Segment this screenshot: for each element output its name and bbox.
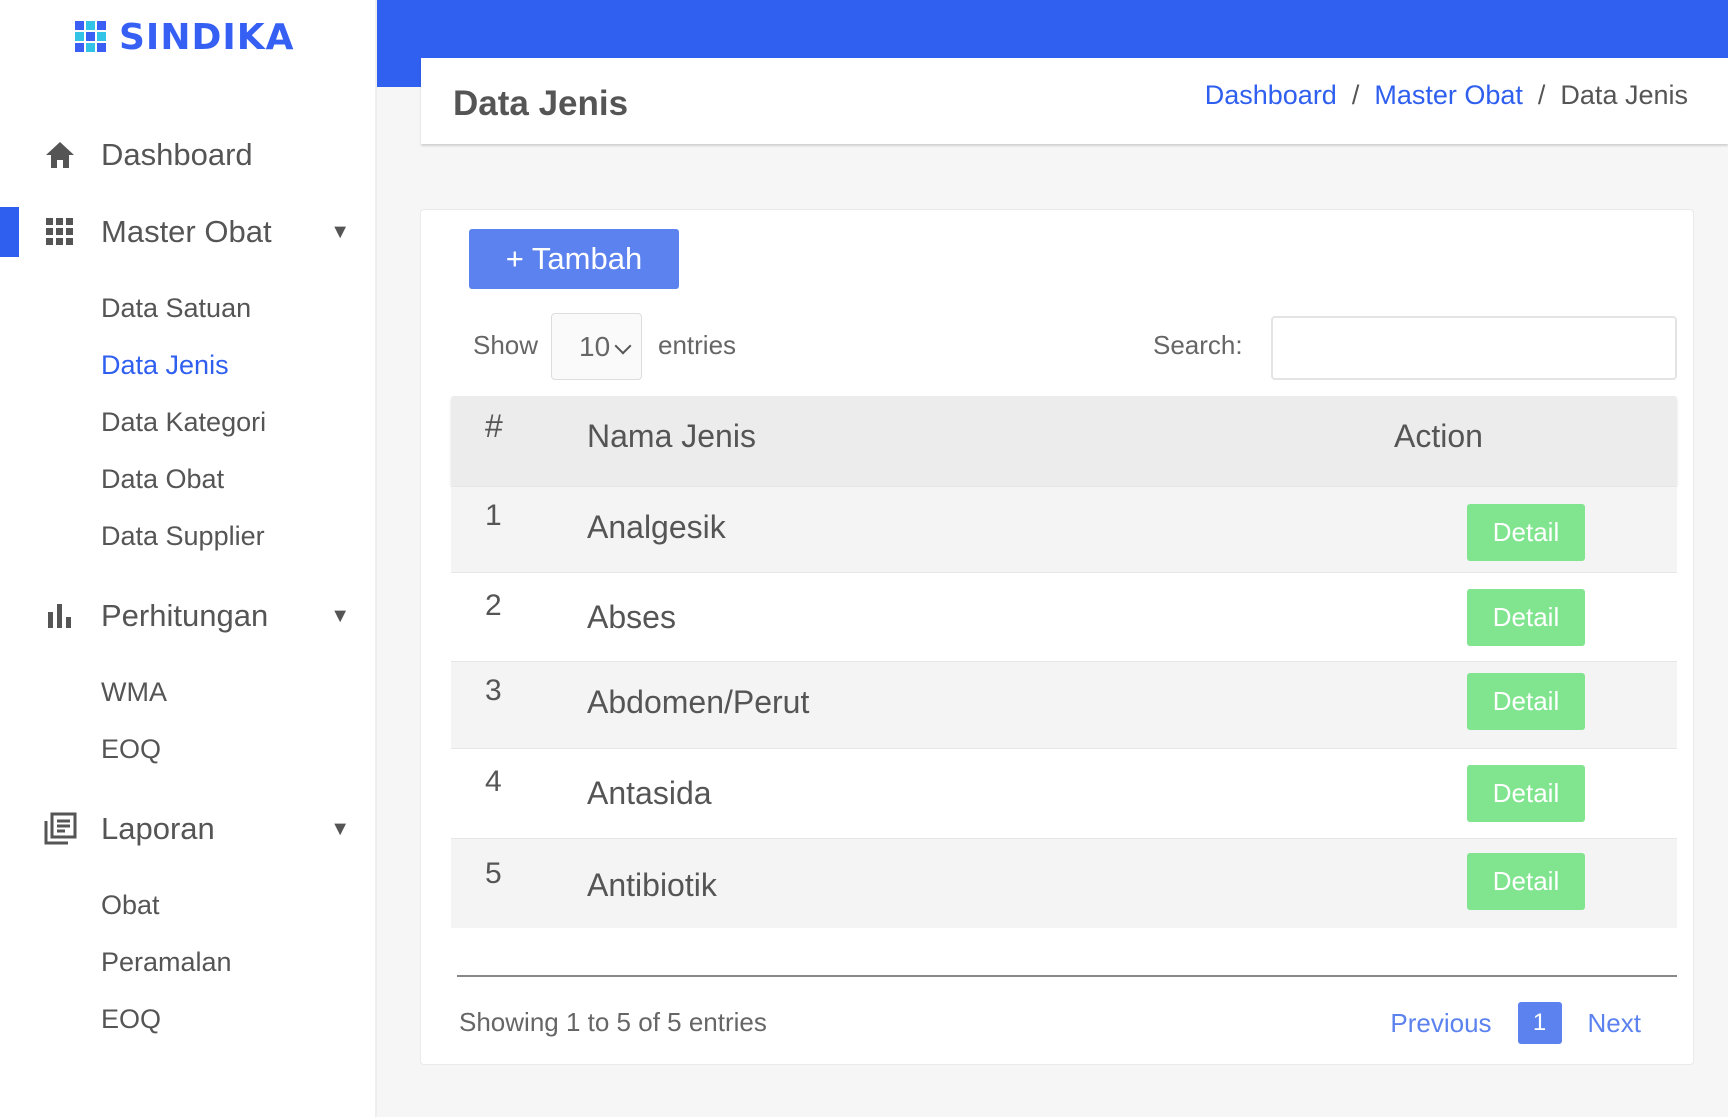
previous-button[interactable]: Previous	[1390, 1008, 1491, 1039]
sidebar-item-dashboard[interactable]: Dashboard	[40, 130, 350, 180]
active-indicator	[0, 207, 19, 257]
column-header-nama-jenis[interactable]: Nama Jenis	[587, 418, 756, 455]
row-name: Antasida	[587, 775, 712, 811]
detail-button[interactable]: Detail	[1467, 589, 1585, 646]
row-number: 5	[485, 857, 502, 890]
divider	[457, 975, 1677, 977]
row-number: 1	[485, 499, 502, 532]
sidebar-subitem-wma[interactable]: WMA	[101, 677, 167, 708]
sidebar-item-label: Perhitungan	[101, 598, 269, 633]
sidebar-subitem-eoq-report[interactable]: EOQ	[101, 1004, 161, 1035]
sidebar-subitem-data-supplier[interactable]: Data Supplier	[101, 521, 265, 552]
row-name: Abdomen/Perut	[587, 684, 810, 720]
grid-icon	[40, 212, 80, 252]
table-row: 5 Antibiotik Detail	[451, 838, 1677, 928]
detail-button[interactable]: Detail	[1467, 504, 1585, 561]
breadcrumb: Dashboard / Master Obat / Data Jenis	[1205, 80, 1688, 111]
sidebar-subitem-eoq[interactable]: EOQ	[101, 734, 161, 765]
chevron-down-icon: ▼	[330, 818, 350, 840]
add-button[interactable]: + Tambah	[469, 229, 679, 289]
page-title: Data Jenis	[453, 84, 629, 123]
search-label: Search:	[1153, 330, 1243, 360]
breadcrumb-separator: /	[1537, 80, 1546, 110]
breadcrumb-dashboard[interactable]: Dashboard	[1205, 80, 1337, 111]
breadcrumb-current: Data Jenis	[1560, 80, 1688, 110]
sidebar-item-label: Dashboard	[101, 137, 253, 172]
sidebar-subitem-obat[interactable]: Obat	[101, 890, 160, 921]
sidebar-item-perhitungan[interactable]: Perhitungan ▼	[40, 591, 350, 641]
table-row: 4 Antasida Detail	[451, 748, 1677, 838]
page-button-current[interactable]: 1	[1517, 1002, 1562, 1044]
table-row: 2 Abses Detail	[451, 572, 1677, 661]
sidebar-subitem-data-kategori[interactable]: Data Kategori	[101, 407, 266, 438]
data-table: # Nama Jenis Action 1 Analgesik Detail 2…	[451, 396, 1677, 928]
detail-button[interactable]: Detail	[1467, 673, 1585, 730]
row-name: Antibiotik	[587, 867, 717, 903]
row-number: 2	[485, 589, 502, 622]
row-number: 3	[485, 674, 502, 707]
row-number: 4	[485, 765, 502, 798]
table-row: 3 Abdomen/Perut Detail	[451, 661, 1677, 748]
sidebar-subitem-data-satuan[interactable]: Data Satuan	[101, 293, 251, 324]
page-size-select[interactable]: 10	[551, 313, 642, 380]
entries-label: entries	[658, 330, 737, 360]
page-size-value: 10	[579, 330, 611, 362]
sidebar-item-master-obat[interactable]: Master Obat ▼	[40, 207, 350, 257]
next-button[interactable]: Next	[1588, 1008, 1641, 1039]
report-icon	[40, 809, 80, 849]
sidebar-subitem-data-jenis[interactable]: Data Jenis	[101, 350, 229, 381]
search-input[interactable]	[1271, 316, 1677, 380]
home-icon	[40, 135, 80, 175]
detail-button[interactable]: Detail	[1467, 853, 1585, 910]
chevron-down-icon: ▼	[330, 221, 350, 243]
row-name: Abses	[587, 599, 676, 635]
table-header: # Nama Jenis Action	[451, 396, 1677, 486]
logo-icon	[75, 21, 107, 53]
column-header-action: Action	[1394, 418, 1483, 454]
app-name: SINDIKA	[119, 16, 295, 58]
sidebar: SINDIKA Dashboard Master Obat ▼ Data Sat…	[0, 0, 377, 1117]
sidebar-subitem-data-obat[interactable]: Data Obat	[101, 464, 224, 495]
detail-button[interactable]: Detail	[1467, 765, 1585, 822]
table-row: 1 Analgesik Detail	[451, 486, 1677, 572]
column-header-number[interactable]: #	[485, 408, 503, 445]
sidebar-item-label: Laporan	[101, 811, 215, 846]
table-info: Showing 1 to 5 of 5 entries	[459, 1007, 767, 1037]
sidebar-item-laporan[interactable]: Laporan ▼	[40, 804, 350, 854]
breadcrumb-separator: /	[1351, 80, 1360, 110]
page-header: Data Jenis Dashboard / Master Obat / Dat…	[421, 58, 1728, 144]
row-name: Analgesik	[587, 509, 726, 545]
chevron-down-icon: ▼	[330, 605, 350, 627]
data-card: + Tambah Show 10 entries Search: # Nama …	[420, 209, 1694, 1065]
sidebar-subitem-peramalan[interactable]: Peramalan	[101, 947, 232, 978]
sidebar-item-label: Master Obat	[101, 214, 272, 249]
show-label: Show	[473, 330, 539, 360]
bar-chart-icon	[40, 596, 80, 636]
chevron-down-icon	[614, 337, 632, 355]
app-logo[interactable]: SINDIKA	[75, 14, 295, 60]
breadcrumb-master-obat[interactable]: Master Obat	[1374, 80, 1523, 111]
pagination: Previous 1 Next	[1390, 1002, 1641, 1044]
